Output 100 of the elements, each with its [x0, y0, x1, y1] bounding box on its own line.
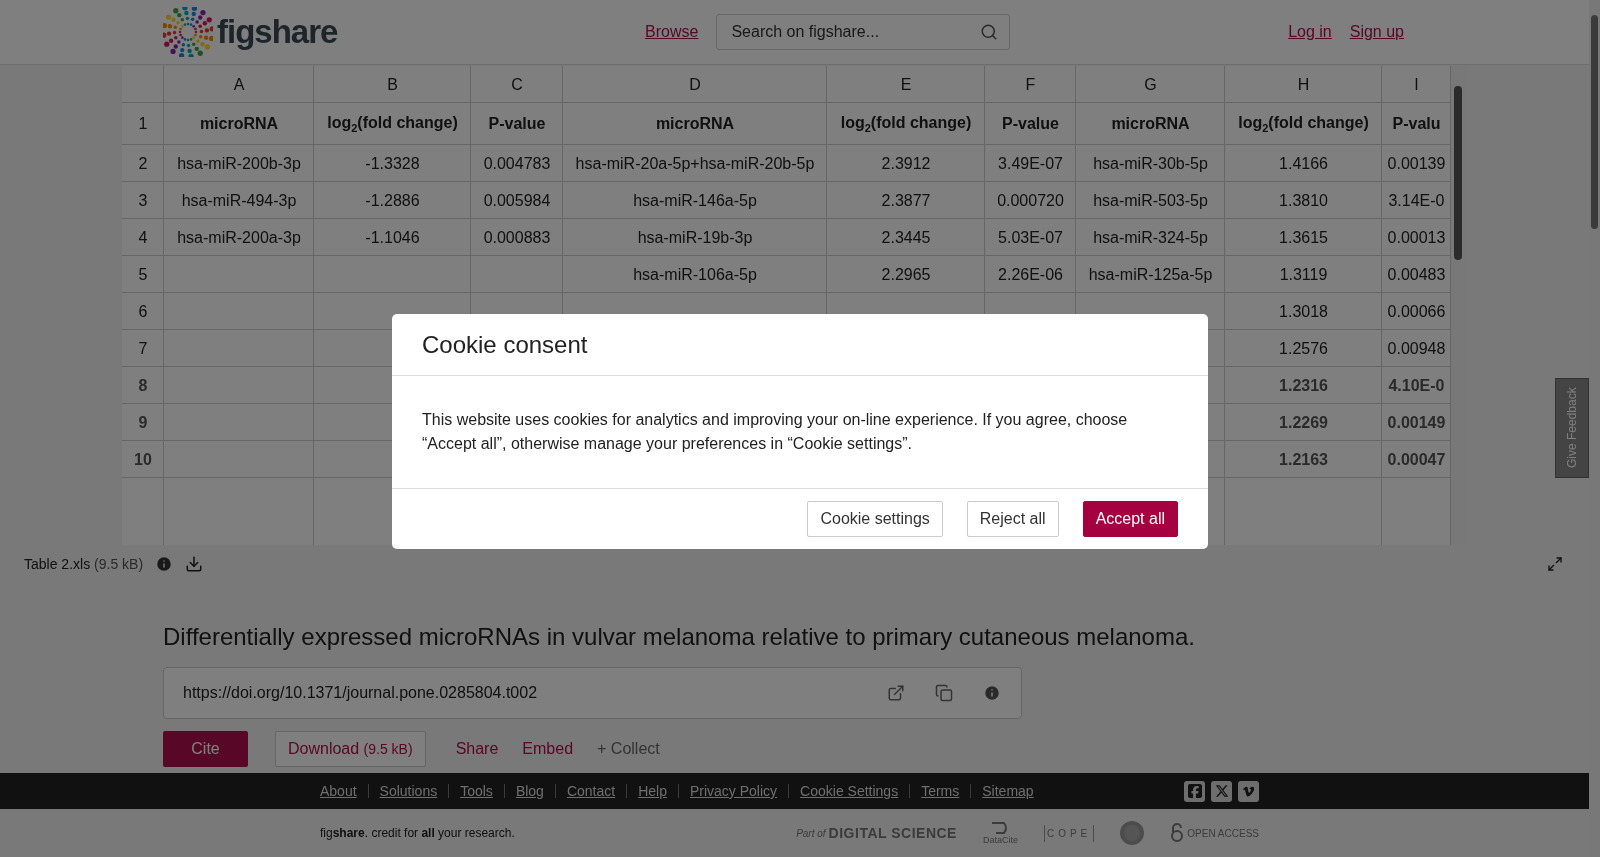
logo-icon: [163, 7, 213, 57]
partner-logo: DIGITAL SCIENCE: [828, 825, 957, 841]
column-header: B: [386, 74, 399, 95]
facebook-icon: [1186, 783, 1203, 799]
table-cell-text: 1.3810: [1278, 190, 1329, 211]
social-button[interactable]: [1184, 780, 1205, 802]
search-icon[interactable]: [980, 23, 999, 41]
column-header: F: [1024, 74, 1037, 95]
table-cell-text: microRNA: [654, 114, 736, 134]
row-number: 7: [137, 338, 149, 359]
column-header: D: [688, 74, 702, 95]
table-cell-text: hsa-miR-503-5p: [1092, 190, 1209, 211]
search-field[interactable]: Search on figshare...: [716, 14, 1011, 50]
action-button[interactable]: Share: [443, 731, 511, 767]
info-icon[interactable]: [155, 555, 174, 573]
table-cell-text: 0.00066: [1386, 301, 1447, 322]
table-cell-text: 1.3119: [1278, 264, 1329, 285]
table-cell-text: hsa-miR-106a-5p: [632, 264, 758, 285]
table-cell-text: 0.00149: [1386, 412, 1447, 433]
table-cell-text: 1.3615: [1278, 227, 1329, 248]
table-cell-text: 1.2163: [1278, 449, 1329, 470]
row-number: 3: [137, 190, 149, 211]
row-number: 6: [137, 301, 149, 322]
row-number: 1: [137, 114, 149, 134]
footer-link[interactable]: Tools: [460, 783, 493, 799]
table-cell-text: hsa-miR-200b-3p: [176, 153, 302, 174]
table-cell-text: log$_{2}$(fold change): [326, 112, 459, 137]
vimeo-icon: [1242, 784, 1255, 798]
column-header: G: [1143, 74, 1158, 95]
partner-logo: COPE: [1043, 824, 1095, 842]
dialog-button[interactable]: Reject all: [966, 501, 1059, 537]
footer-link[interactable]: Blog: [515, 783, 544, 799]
footer-link[interactable]: Help: [638, 783, 667, 799]
footer-link[interactable]: About: [320, 783, 357, 799]
table-cell-text: P-valu: [1391, 114, 1442, 134]
table-cell-text: -1.1046: [364, 227, 421, 248]
footer-link[interactable]: Cookie Settings: [800, 783, 899, 799]
dialog-button[interactable]: Accept all: [1082, 501, 1178, 537]
table-cell-text: 0.005984: [482, 190, 552, 211]
social-button[interactable]: [1211, 780, 1232, 802]
table-cell-text: 2.3912: [880, 153, 932, 174]
table-cell-text: hsa-miR-324-5p: [1092, 227, 1209, 248]
table-cell-text: 1.2316: [1278, 375, 1329, 396]
table-cell-text: 1.2269: [1278, 412, 1329, 433]
seal-icon: [1120, 821, 1145, 845]
action-button[interactable]: Embed: [510, 731, 586, 767]
table-cell-text: hsa-miR-19b-3p: [636, 227, 754, 248]
table-cell-text: 0.004783: [482, 153, 552, 174]
table-cell-text: 0.00047: [1386, 449, 1447, 470]
logo-text[interactable]: figshare: [217, 13, 338, 51]
row-number: 9: [137, 412, 149, 433]
page-scrollbar[interactable]: [1589, 0, 1600, 857]
footer-link[interactable]: Solutions: [379, 783, 438, 799]
table-cell-text: 0.000883: [482, 227, 552, 248]
browse-link[interactable]: Browse: [645, 23, 699, 41]
footer-link[interactable]: Contact: [566, 783, 616, 799]
doi-url: https://doi.org/10.1371/journal.pone.0285804.t002: [183, 684, 539, 702]
table-cell-text: hsa-miR-125a-5p: [1087, 264, 1214, 285]
table-cell-text: -1.3328: [364, 153, 421, 174]
dialog-title: Cookie consent: [422, 330, 588, 359]
table-cell-text: 0.00948: [1386, 338, 1447, 359]
table-cell-text: 0.00013: [1386, 227, 1447, 248]
action-button[interactable]: + Collect: [585, 731, 672, 767]
column-header: A: [232, 74, 246, 95]
dialog-text: This website uses cookies for analytics and improving your on-line experience. If you agree, choose “Accept all”, otherwise manage your preferences in “Cookie settings”.: [422, 410, 1129, 454]
social-button[interactable]: [1238, 780, 1259, 802]
action-button[interactable]: Cite: [163, 731, 248, 767]
row-number: 2: [137, 153, 149, 174]
column-header: C: [510, 74, 524, 95]
row-number: 4: [137, 227, 149, 248]
partner-logo: OPEN ACCESS: [1187, 827, 1259, 839]
table-cell-text: hsa-miR-30b-5p: [1092, 153, 1209, 174]
partner-logo: DataCite: [982, 835, 1018, 845]
footer-link[interactable]: Terms: [921, 783, 960, 799]
table-cell-text: 2.26E-06: [997, 264, 1064, 285]
fullscreen-icon[interactable]: [1547, 556, 1563, 572]
file-name: Table 2.xls (9.5 kB): [24, 556, 144, 572]
table-cell-text: hsa-miR-200a-3p: [176, 227, 302, 248]
table-cell-text: hsa-miR-20a-5p+hsa-miR-20b-5p: [574, 153, 816, 174]
footer-link[interactable]: Privacy Policy: [689, 783, 778, 799]
download-icon[interactable]: [185, 555, 204, 573]
footer-link[interactable]: Sitemap: [982, 783, 1034, 799]
table-cell-text: microRNA: [1110, 114, 1191, 134]
table-cell-text: 1.2576: [1278, 338, 1329, 359]
table-cell-text: log$_{2}$(fold change): [1237, 112, 1370, 137]
partner-caption: Part of: [796, 827, 826, 839]
table-cell-text: hsa-miR-494-3p: [180, 190, 298, 211]
external-link-icon[interactable]: [887, 684, 905, 702]
auth-link[interactable]: Log in: [1288, 23, 1332, 41]
column-header: I: [1413, 74, 1420, 95]
dialog-button[interactable]: Cookie settings: [807, 501, 943, 537]
copy-icon[interactable]: [935, 684, 953, 702]
column-header: H: [1296, 74, 1311, 95]
action-button[interactable]: Download (9.5 kB): [275, 731, 426, 767]
auth-link[interactable]: Sign up: [1349, 23, 1404, 41]
table-cell-text: 1.4166: [1278, 153, 1329, 174]
table-cell-text: 0.00483: [1386, 264, 1447, 285]
table-cell-text: 0.00139: [1386, 153, 1447, 174]
column-header: E: [899, 74, 913, 95]
table-cell-text: microRNA: [198, 114, 280, 134]
